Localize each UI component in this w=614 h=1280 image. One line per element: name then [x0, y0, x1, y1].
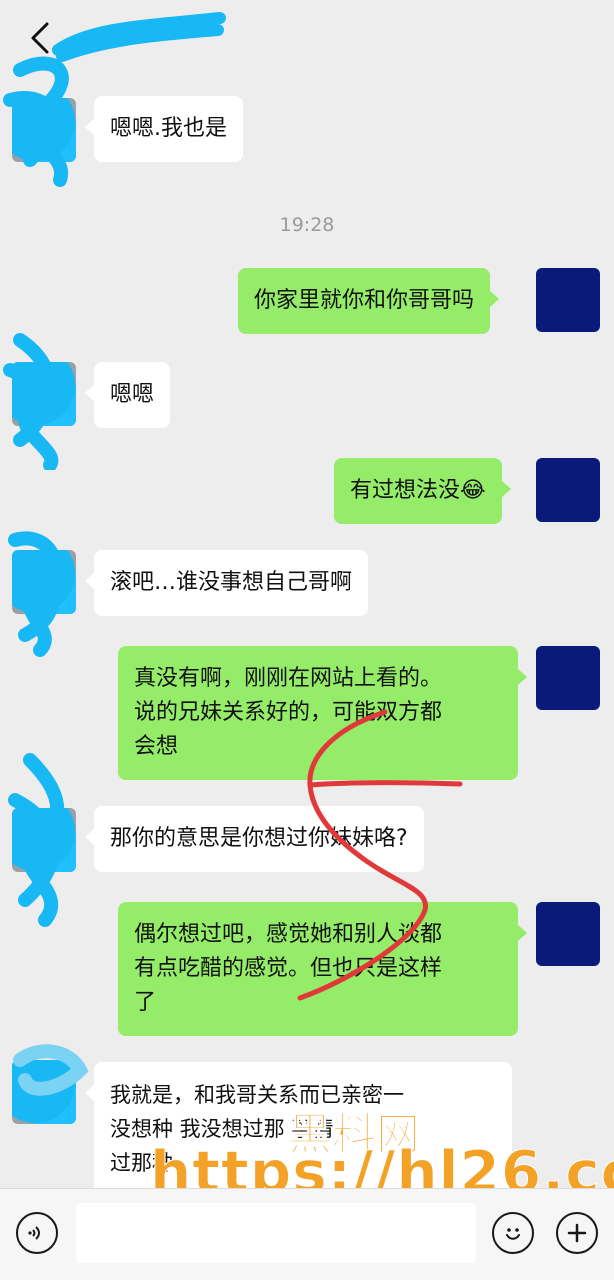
add-button[interactable]	[556, 1212, 598, 1254]
avatar-redaction-scribble	[8, 753, 65, 927]
plus-icon	[567, 1223, 587, 1243]
red-annotation-stroke	[297, 709, 463, 1001]
message-timestamp: 19:28	[279, 214, 335, 236]
avatar-redaction-scribble	[8, 531, 62, 657]
message-bubble-outgoing: 有过想法没😂	[334, 458, 511, 524]
avatar-redaction-scribble	[13, 1044, 89, 1096]
message-input-bar	[0, 1188, 614, 1280]
avatar-redaction-scribble	[3, 333, 59, 470]
voice-button[interactable]	[16, 1212, 58, 1254]
my-avatar[interactable]	[536, 458, 600, 522]
voice-icon	[28, 1226, 40, 1240]
my-avatar[interactable]	[536, 902, 600, 966]
message-input[interactable]	[76, 1203, 476, 1263]
message-bubble-incoming: 嗯嗯.我也是	[85, 96, 243, 162]
message-bubble-incoming: 嗯嗯	[84, 362, 171, 428]
my-avatar[interactable]	[536, 646, 600, 710]
emoji-icon	[506, 1228, 520, 1240]
message-bubble-incoming: 滚吧…谁没事想自己哥啊	[84, 550, 369, 616]
message-bubble-outgoing: 你家里就你和你哥哥吗	[238, 268, 500, 334]
my-avatar[interactable]	[536, 268, 600, 332]
emoji-button[interactable]	[492, 1212, 534, 1254]
avatar-redaction-scribble	[3, 56, 69, 187]
